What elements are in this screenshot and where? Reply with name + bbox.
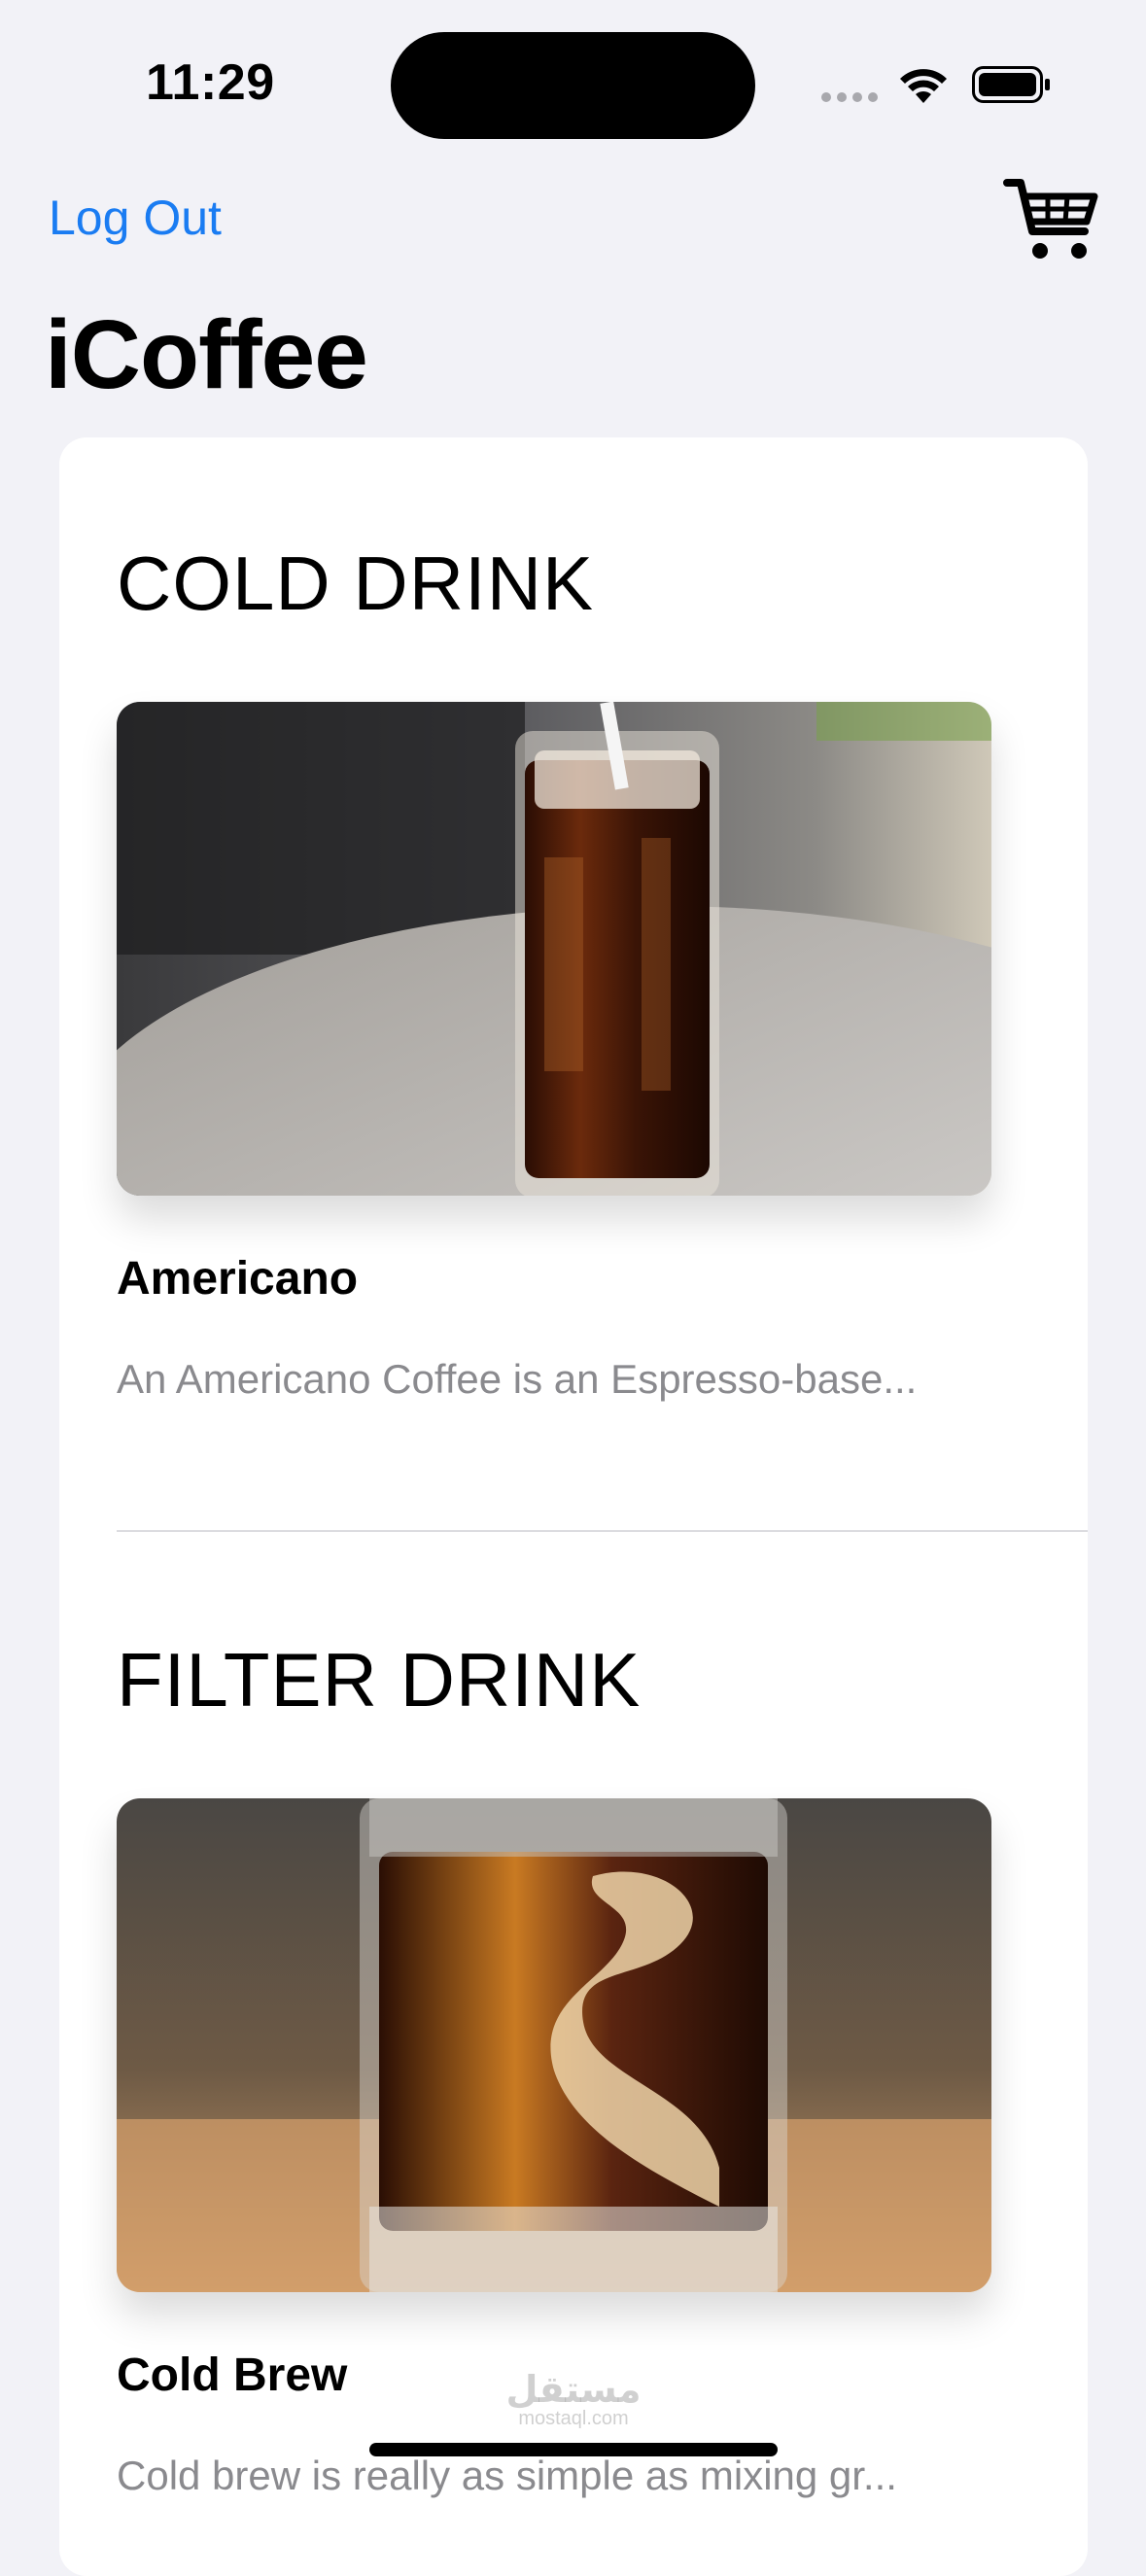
section-title: COLD DRINK	[117, 540, 595, 626]
product-description: Cold brew is really as simple as mixing …	[117, 2453, 897, 2498]
dynamic-island	[391, 32, 755, 139]
americano-image[interactable]	[117, 702, 991, 1196]
status-bar: 11:29	[0, 0, 1146, 165]
cart-icon[interactable]	[1003, 175, 1100, 264]
section-title: FILTER DRINK	[117, 1637, 642, 1723]
status-time: 11:29	[146, 54, 275, 111]
product-name[interactable]: Americano	[117, 1252, 358, 1305]
cellular-signal-icon	[821, 92, 880, 104]
watermark-text: مستقل	[505, 2370, 642, 2411]
wifi-icon	[900, 69, 947, 103]
battery-icon	[972, 66, 1050, 103]
divider	[117, 1530, 1088, 1532]
watermark-subtext: mostaql.com	[518, 2408, 629, 2429]
product-description: An Americano Coffee is an Espresso-base.…	[117, 1356, 918, 1402]
home-indicator[interactable]	[369, 2443, 778, 2456]
logout-button[interactable]: Log Out	[49, 190, 222, 246]
watermark: مستقل mostaql.com	[501, 2372, 646, 2428]
menu-list: COLD DRINK Americano An Americano Coffee…	[59, 437, 1088, 2576]
product-name[interactable]: Cold Brew	[117, 2349, 347, 2402]
cold-brew-image[interactable]	[117, 1798, 991, 2292]
page-title: iCoffee	[45, 300, 368, 409]
